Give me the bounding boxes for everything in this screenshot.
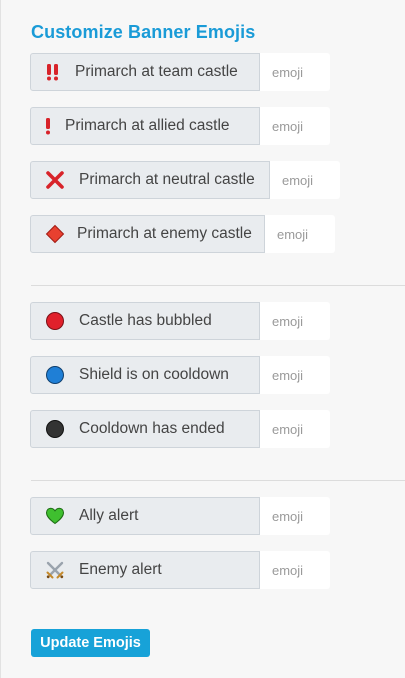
setting-label: Primarch at allied castle <box>30 107 260 145</box>
setting-row-allied-castle: Primarch at allied castle <box>30 107 330 145</box>
emoji-input[interactable] <box>265 215 335 253</box>
emoji-input[interactable] <box>270 161 340 199</box>
setting-label: Primarch at enemy castle <box>30 215 265 253</box>
setting-label-text: Primarch at allied castle <box>65 117 230 134</box>
emoji-input[interactable] <box>260 497 330 535</box>
emoji-input[interactable] <box>260 551 330 589</box>
setting-label: Castle has bubbled <box>30 302 260 340</box>
setting-row-enemy-alert: Enemy alert <box>30 551 330 589</box>
crossed-swords-icon <box>45 560 65 580</box>
setting-label-text: Primarch at enemy castle <box>77 225 252 242</box>
setting-row-enemy-castle: Primarch at enemy castle <box>30 215 335 253</box>
page-title: Customize Banner Emojis <box>31 22 256 42</box>
setting-row-team-castle: Primarch at team castle <box>30 53 330 91</box>
blue-circle-icon <box>45 365 65 385</box>
emoji-input[interactable] <box>260 302 330 340</box>
setting-label: Primarch at team castle <box>30 53 260 91</box>
emoji-input[interactable] <box>260 53 330 91</box>
emoji-input[interactable] <box>260 410 330 448</box>
setting-label-text: Castle has bubbled <box>79 312 212 329</box>
emoji-input[interactable] <box>260 356 330 394</box>
setting-label-text: Shield is on cooldown <box>79 366 229 383</box>
emoji-input[interactable] <box>260 107 330 145</box>
update-emojis-button[interactable]: Update Emojis <box>31 629 150 657</box>
setting-label: Enemy alert <box>30 551 260 589</box>
section-divider <box>31 480 405 481</box>
section-divider <box>31 285 405 286</box>
setting-label: Primarch at neutral castle <box>30 161 270 199</box>
setting-label-text: Primarch at team castle <box>75 63 238 80</box>
setting-label: Ally alert <box>30 497 260 535</box>
setting-row-shield-cooldown: Shield is on cooldown <box>30 356 330 394</box>
setting-row-ally-alert: Ally alert <box>30 497 330 535</box>
black-circle-icon <box>45 419 65 439</box>
setting-label-text: Ally alert <box>79 507 139 524</box>
double-exclamation-icon <box>43 62 63 82</box>
green-heart-icon <box>45 506 65 526</box>
setting-label: Shield is on cooldown <box>30 356 260 394</box>
emoji-settings-panel: Customize Banner Emojis Primarch at team… <box>0 0 405 678</box>
setting-row-neutral-castle: Primarch at neutral castle <box>30 161 340 199</box>
setting-label-text: Enemy alert <box>79 561 162 578</box>
red-circle-icon <box>45 311 65 331</box>
setting-label-text: Primarch at neutral castle <box>79 171 255 188</box>
setting-label: Cooldown has ended <box>30 410 260 448</box>
red-diamond-icon <box>45 224 65 244</box>
setting-row-cooldown-ended: Cooldown has ended <box>30 410 330 448</box>
exclamation-icon <box>43 116 53 136</box>
cross-mark-icon <box>45 170 65 190</box>
setting-row-castle-bubbled: Castle has bubbled <box>30 302 330 340</box>
setting-label-text: Cooldown has ended <box>79 420 225 437</box>
